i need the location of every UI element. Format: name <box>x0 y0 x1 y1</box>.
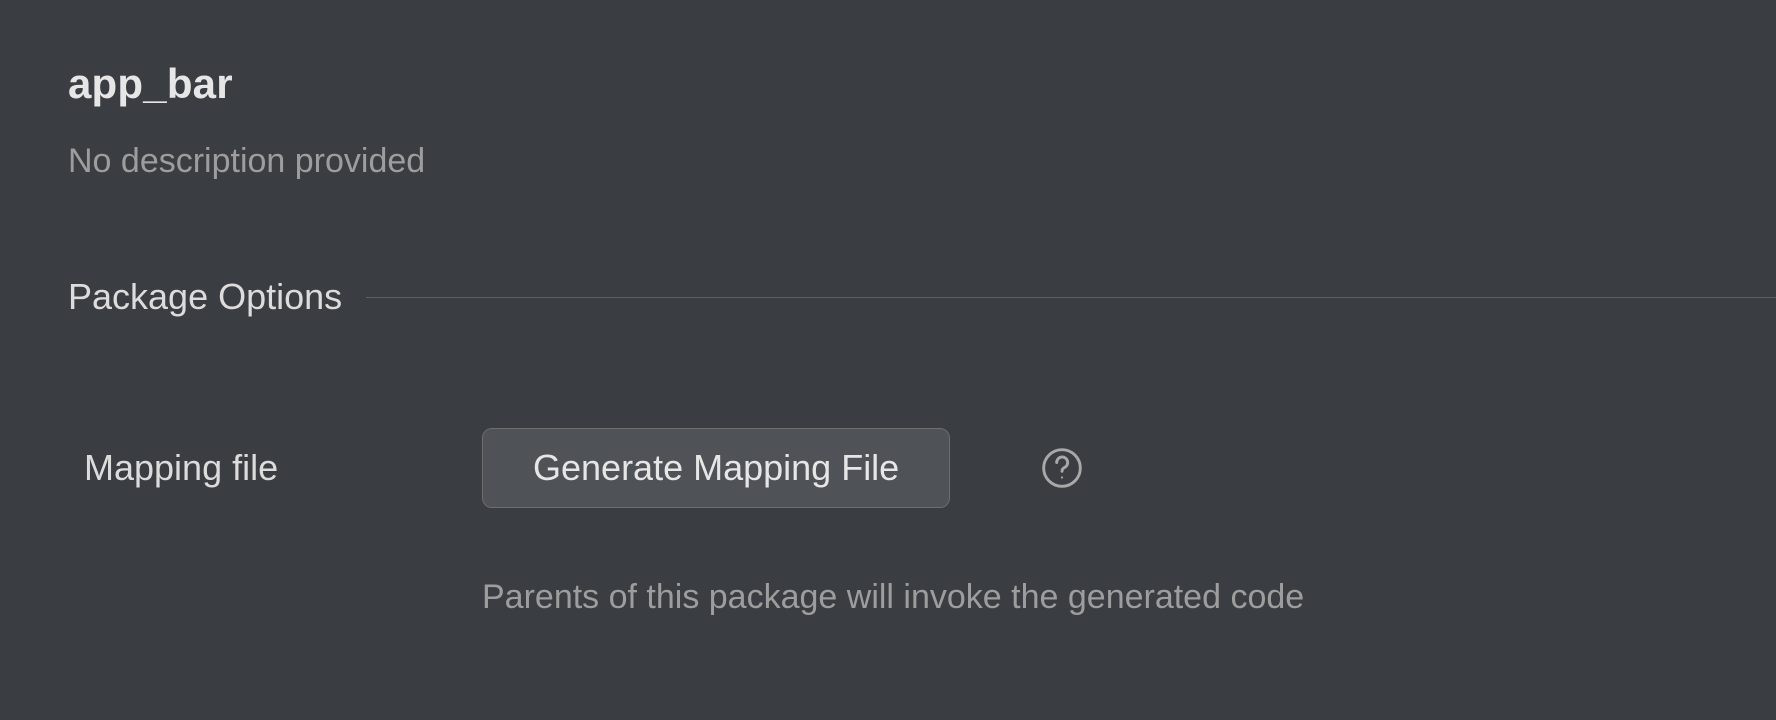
mapping-file-label: Mapping file <box>84 447 482 489</box>
generate-mapping-file-button[interactable]: Generate Mapping File <box>482 428 950 508</box>
section-divider <box>366 297 1776 298</box>
section-title: Package Options <box>68 276 342 318</box>
mapping-file-hint: Parents of this package will invoke the … <box>68 578 1776 617</box>
section-header: Package Options <box>68 276 1776 318</box>
package-description: No description provided <box>68 142 1776 181</box>
mapping-file-row: Mapping file Generate Mapping File <box>68 428 1776 508</box>
help-icon[interactable] <box>1040 446 1084 490</box>
package-title: app_bar <box>68 60 1776 108</box>
